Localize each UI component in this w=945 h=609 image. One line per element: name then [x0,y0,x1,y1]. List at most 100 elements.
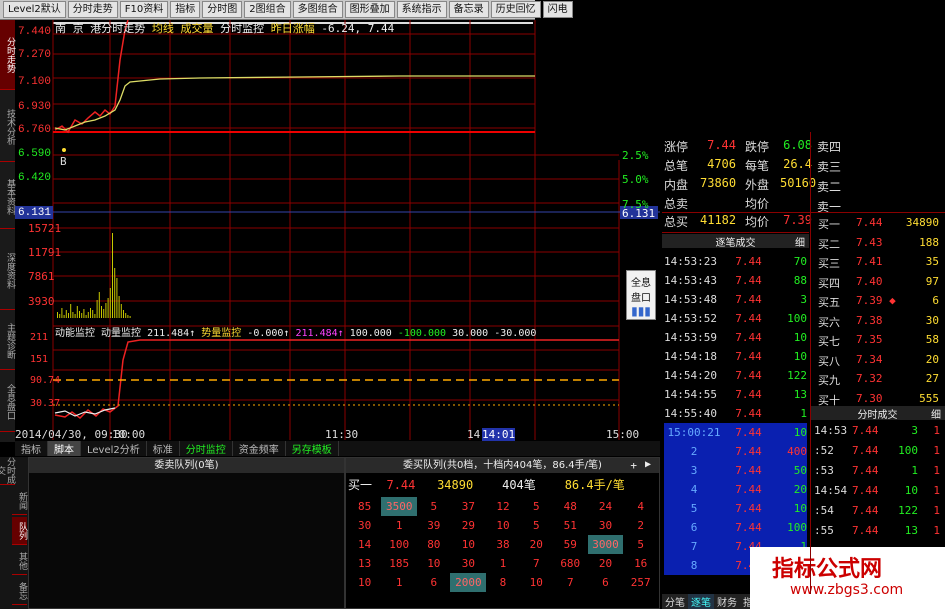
tick-volume: 10 [793,426,807,439]
legend-volume[interactable]: 成交量 [181,22,214,35]
tab-fenbi[interactable]: 分笔 [662,594,688,609]
tab-level2[interactable]: Level2分析 [81,441,147,456]
info-label: 内盘 [664,178,689,192]
queue-cell: 12 [496,500,510,513]
toolbar-button[interactable]: 系统指示 [396,1,447,18]
ind-d[interactable]: 势量监控 [201,328,241,339]
fs-cell: 14:54 [814,484,848,497]
side-tab[interactable]: 新闻 [12,487,27,515]
fs-row: :52 7.44 100 1 [812,444,942,463]
tick-volume: 88 [793,274,807,287]
queue-cell: 37 [461,500,476,513]
ind-b[interactable]: 动量监控 [101,328,141,339]
side-tab[interactable]: 其他 [12,547,27,575]
legend-monitor[interactable]: 分时监控 [220,22,264,35]
tick-row: 15:00:21 7.44 10 [664,423,807,442]
tick-price: 7.44 [735,502,762,515]
queue-cell: 4 [637,500,644,513]
volume-bar [94,314,96,318]
buy-level-row: 买二 7.43 188 [818,236,943,255]
queue-cell: 7 [532,557,540,570]
legend-avg[interactable]: 均线 [152,22,174,35]
info-label: 总卖 [664,197,689,211]
buy-level-row: 买八 7.34 20 [818,353,943,372]
side-tab[interactable]: 队列 [12,517,27,545]
info-label: 总买 [664,215,689,229]
time-label: 2014/04/30, 09:30 [15,428,128,441]
watermark-title: 指标公式网 [772,557,883,582]
volume-bar [120,304,122,318]
tick-volume: 70 [793,255,807,268]
sell-queue-panel: 委卖队列(0笔) [28,457,345,609]
buy-level-label: 买二 [818,237,840,251]
queue-cell: 5 [637,538,644,551]
queue-cell: 5 [532,519,540,532]
toolbar-button[interactable]: 分时走势 [67,1,118,18]
full-panel-button[interactable]: 全息 盘口 ▮▮▮ [626,270,656,320]
volume-bar [76,306,78,318]
tick-price: 7.44 [735,407,762,420]
toolbar-button[interactable]: 分时图 [202,1,243,18]
side-tab[interactable]: 备忘 [12,577,27,605]
fs-cell: 122 [898,504,918,517]
tick-price: 7.44 [735,293,762,306]
tab-indicator[interactable]: 指标 [15,441,48,456]
tick-detail-button[interactable]: 细 [795,234,805,249]
toolbar-button[interactable]: 备忘录 [448,1,489,18]
ind-tick-label: 151 [30,354,49,365]
volume-bar [87,312,89,318]
buy-level-row: 买三 7.41 35 [818,255,943,274]
queue-cell: 30 [358,519,372,532]
volume-bar [68,313,69,318]
play-icon[interactable]: ▶ [645,459,651,470]
queue-cell: 10 [358,576,372,589]
toolbar-button[interactable]: Level2默认 [3,1,66,18]
volume-bar [57,312,58,318]
tab-finance[interactable]: 财务 [714,594,740,609]
tick-time: 14:54:18 [664,350,717,363]
legend-values: -6.24, 7.44 [321,22,395,35]
fs-detail-button[interactable]: 细 [931,406,941,421]
toolbar-button[interactable]: F10资料 [119,1,169,18]
tick-volume: 400 [787,445,807,458]
buy-level-label: 买九 [818,374,840,387]
tick-time: 14:53:48 [664,293,717,306]
toolbar-button[interactable]: 图形叠加 [344,1,395,18]
toolbar-button[interactable]: 多图组合 [292,1,343,18]
bars-icon: ▮▮▮ [631,304,651,318]
info-label: 外盘 [745,178,770,192]
tick-time: 14:54:20 [664,369,717,382]
side-tab[interactable]: 分时成交 [0,457,15,485]
tab-script[interactable]: 脚本 [48,441,81,456]
ind-i: 30.000 [452,328,489,339]
tab-save-template[interactable]: 另存模板 [286,441,339,456]
toolbar-button[interactable]: 指标 [170,1,201,18]
tab-zhubi[interactable]: 逐笔 [688,594,714,609]
volume-bar [98,292,100,318]
fs-cell: 100 [898,444,918,457]
add-icon[interactable]: + [630,459,637,472]
queue-cell: 5 [532,500,540,513]
volume-bar [112,233,113,318]
price-tick-label: 6.590 [18,148,52,160]
tab-standard[interactable]: 标准 [147,441,180,456]
toolbar-button[interactable]: 闪电 [542,1,573,18]
tab-monitor[interactable]: 分时监控 [180,441,233,456]
fs-cell: 1 [933,524,940,537]
buy-level-row: 买九 7.32 27 [818,372,943,391]
volume-bar [90,308,91,318]
fs-cell: 3 [911,424,918,437]
toolbar-button[interactable]: 2图组合 [244,1,291,18]
toolbar-button[interactable]: 历史回忆 [490,1,541,18]
price-tick-label: 6.760 [18,124,52,136]
queue-cell: 3500 [381,497,418,516]
queue-cell: 10 [461,538,476,551]
tick-time: 4 [690,483,698,496]
legend-yesterday[interactable]: 昨日涨幅 [271,22,315,35]
info-label: 涨停 [664,140,689,154]
volume-bar [107,298,109,318]
tab-fund[interactable]: 资金频率 [233,441,286,456]
ind-a[interactable]: 动能监控 [55,328,95,339]
price-tick-label: 6.131 [18,207,52,219]
fs-row: :54 7.44 122 1 [812,504,942,523]
